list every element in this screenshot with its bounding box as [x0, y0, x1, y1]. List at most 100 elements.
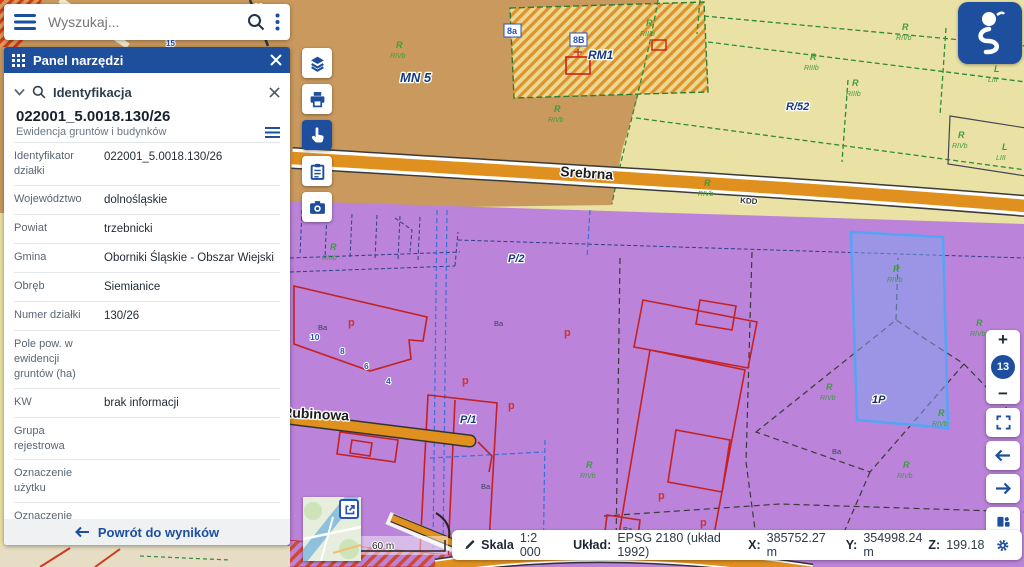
svg-text:R: R — [852, 78, 859, 88]
panel-close-button[interactable] — [270, 54, 282, 66]
svg-text:Ba: Ba — [481, 482, 491, 491]
field-row: Powiattrzebnicki — [14, 214, 280, 243]
fullscreen-icon — [996, 415, 1011, 430]
field-row: KWbrak informacji — [14, 388, 280, 417]
result-menu-button[interactable] — [265, 127, 280, 138]
map-status-bar: Skala 1:2 000 Układ: EPSG 2180 (układ 19… — [452, 530, 1022, 560]
layers-button[interactable] — [302, 48, 332, 78]
street-label-kdd: KDD — [740, 196, 758, 206]
address-label-8b: 8B — [570, 33, 587, 46]
svg-text:LIII: LIII — [996, 155, 1006, 162]
zone-label-rm1: RM1 — [588, 48, 614, 62]
fullscreen-button[interactable] — [986, 408, 1020, 437]
crs-label: Układ: — [573, 538, 611, 552]
coord-z-label: Z: — [928, 538, 940, 552]
coord-x-label: X: — [748, 538, 761, 552]
coord-z-value: 199.18 — [946, 538, 984, 552]
zoom-level-badge: 13 — [991, 355, 1015, 379]
zoom-out-button[interactable]: − — [998, 387, 1008, 401]
history-back-button[interactable] — [986, 441, 1020, 470]
map-scale-bar: 60 m — [350, 536, 450, 556]
svg-text:R: R — [958, 130, 965, 140]
svg-text:RIVb: RIVb — [548, 117, 564, 124]
geoportal-logo[interactable] — [958, 2, 1022, 64]
svg-text:RIVb: RIVb — [887, 277, 903, 284]
minimap-expand-button[interactable] — [339, 499, 359, 519]
svg-text:R: R — [586, 460, 593, 470]
field-row: Identyfikator działki022001_5.0018.130/2… — [14, 142, 280, 185]
scale-bar-label: 60 m — [372, 541, 394, 552]
field-row: Województwodolnośląskie — [14, 185, 280, 214]
svg-text:R: R — [554, 104, 561, 114]
svg-text:p: p — [700, 517, 707, 529]
field-row: Pole pow. w ewidencji gruntów (ha) — [14, 330, 280, 388]
main-menu-button[interactable] — [14, 14, 36, 30]
svg-text:R: R — [893, 264, 900, 274]
svg-text:RIVb: RIVb — [698, 191, 714, 198]
svg-text:RIVb: RIVb — [897, 473, 913, 480]
camera-icon — [309, 199, 326, 216]
identification-results: Identyfikacja 022001_5.0018.130/26 Ewide… — [4, 73, 290, 519]
identification-section-header: Identyfikacja — [14, 79, 280, 105]
search-more-button[interactable] — [275, 13, 280, 31]
tools-panel: Panel narzędzi Identyfikacja — [4, 47, 290, 545]
scale-value: 1:2 000 — [520, 531, 553, 559]
section-title: Identyfikacja — [53, 85, 262, 100]
svg-text:R: R — [902, 22, 909, 32]
svg-text:RIVb: RIVb — [952, 143, 968, 150]
zone-label-1p: 1P — [872, 394, 886, 406]
svg-text:RIIIb: RIIIb — [322, 255, 337, 262]
printer-icon — [309, 91, 326, 108]
svg-text:R: R — [396, 40, 403, 50]
svg-text:LIII: LIII — [988, 77, 998, 84]
address-label-8: 8 — [340, 346, 345, 356]
address-label-10: 10 — [310, 332, 320, 342]
zone-label-mn5: MN 5 — [400, 70, 432, 85]
identify-tool-button[interactable] — [302, 120, 332, 150]
pencil-icon[interactable] — [464, 538, 475, 552]
field-row: Grupa rejestrowa — [14, 417, 280, 460]
arrow-left-icon — [995, 449, 1011, 462]
svg-text:L: L — [994, 64, 1000, 74]
search-bar — [4, 4, 290, 40]
geoportal-g-icon — [970, 9, 1010, 57]
screenshot-button[interactable] — [302, 192, 332, 222]
svg-text:p: p — [508, 400, 515, 412]
search-button[interactable] — [247, 13, 265, 31]
zoom-in-button[interactable]: + — [998, 333, 1008, 347]
svg-text:Ba: Ba — [318, 323, 328, 332]
svg-text:R: R — [938, 408, 945, 418]
clipboard-icon — [309, 163, 326, 180]
search-input[interactable] — [46, 13, 237, 31]
address-label-8a: 8a — [504, 24, 521, 37]
svg-text:p: p — [462, 375, 469, 387]
back-to-results-button[interactable]: Powrót do wyników — [4, 519, 290, 545]
svg-text:R: R — [976, 318, 983, 328]
crs-value: EPSG 2180 (układ 1992) — [617, 531, 728, 559]
identify-section-icon — [32, 85, 46, 99]
field-row: ObrębSiemianice — [14, 272, 280, 301]
tools-panel-header: Panel narzędzi — [4, 47, 290, 73]
back-link-label: Powrót do wyników — [98, 525, 219, 540]
legend-button[interactable] — [302, 156, 332, 186]
print-button[interactable] — [302, 84, 332, 114]
zone-label-p2: P/2 — [508, 253, 525, 265]
section-close-button[interactable] — [269, 87, 280, 98]
svg-text:R: R — [826, 382, 833, 392]
chevron-down-icon[interactable] — [14, 88, 25, 96]
history-forward-button[interactable] — [986, 474, 1020, 503]
svg-text:8a: 8a — [507, 26, 518, 36]
svg-text:RIVb: RIVb — [932, 421, 948, 428]
selected-parcel-highlight[interactable] — [851, 232, 948, 428]
coord-x-value: 385752.27 m — [767, 531, 826, 559]
scale-label: Skala — [481, 538, 514, 552]
zoom-control: + 13 − — [986, 330, 1020, 404]
panel-title: Panel narzędzi — [33, 53, 262, 68]
svg-text:RIIIb: RIIIb — [804, 65, 819, 72]
gear-icon[interactable] — [996, 537, 1010, 554]
field-row: Numer działki130/26 — [14, 301, 280, 330]
arrow-left-icon — [75, 526, 90, 538]
svg-text:RIVb: RIVb — [580, 473, 596, 480]
geoportal-app: MN 5 RM1 R/52 P/2 P/1 1P Srebrna KDD Rub… — [0, 0, 1024, 567]
overview-minimap[interactable] — [303, 497, 361, 561]
